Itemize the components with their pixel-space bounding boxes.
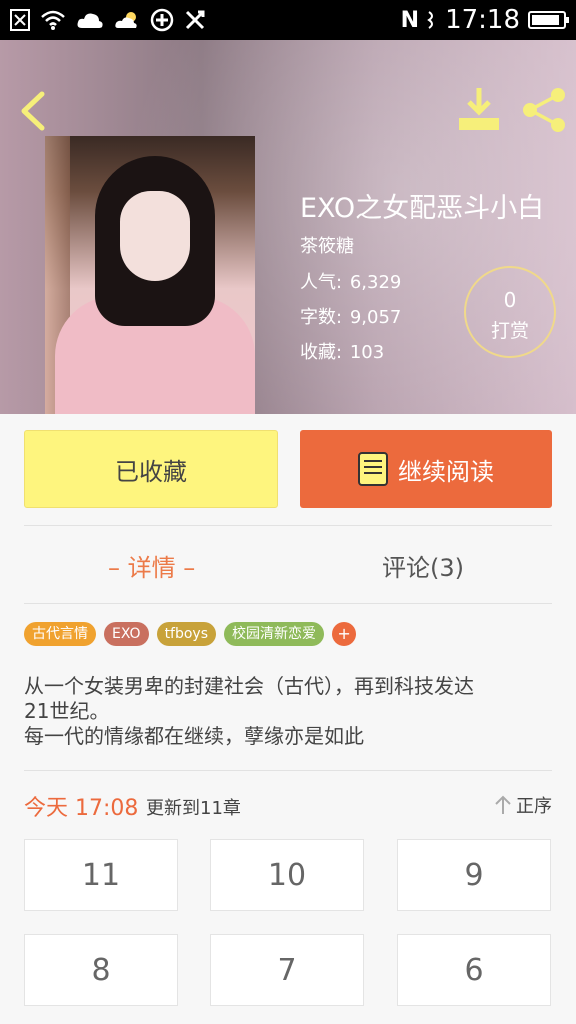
battery-level [532, 15, 559, 25]
tag-ancient-romance[interactable]: 古代言情 [24, 622, 96, 646]
cover-figure-face [120, 191, 190, 281]
book-author[interactable]: 茶筱糖 [300, 232, 354, 258]
tab-detail[interactable]: – 详情 – [108, 548, 195, 583]
continue-reading-label: 继续阅读 [398, 457, 494, 486]
chapter-button[interactable]: 9 [397, 839, 551, 911]
divider [24, 603, 552, 604]
tag-list: 古代言情 EXO tfboys 校园清新恋爱 + [24, 622, 357, 646]
gamepad-icon [150, 8, 174, 32]
stat-value: 9,057 [349, 307, 402, 328]
update-info: 今天 17:08 更新到11章 正序 [24, 790, 552, 821]
stat-favorites: 收藏: 103 [300, 338, 384, 364]
tab-comments[interactable]: 评论(3) [382, 548, 464, 583]
wifi-icon [41, 10, 65, 30]
tip-label: 打赏 [490, 320, 529, 342]
tag-exo[interactable]: EXO [104, 622, 149, 646]
chapter-button[interactable]: 11 [24, 839, 178, 911]
stat-label: 人气: [300, 272, 343, 293]
tag-campus-romance[interactable]: 校园清新恋爱 [224, 622, 325, 646]
arrow-up-icon [495, 795, 511, 814]
book-icon [358, 452, 388, 486]
update-text: 更新到11章 [146, 798, 241, 819]
nfc-indicator: N [400, 7, 420, 33]
status-time: 17:18 [445, 5, 520, 35]
sort-order-button[interactable]: 正序 [494, 792, 552, 818]
share-icon[interactable] [520, 86, 568, 134]
tools-icon [185, 10, 205, 30]
stat-label: 字数: [300, 307, 343, 328]
book-description: 从一个女装男卑的封建社会（古代），再到科技发达 21世纪。 每一代的情缘都在继续… [24, 674, 554, 749]
stat-value: 103 [349, 342, 385, 363]
weather-cloud-sun-icon [115, 12, 137, 28]
vibrate-icon [427, 11, 434, 29]
favorite-label: 已收藏 [115, 457, 187, 486]
tip-count: 0 [503, 288, 517, 312]
stat-label: 收藏: [300, 342, 343, 363]
status-bar: N 17:18 [0, 0, 576, 40]
book-title: EXO之女配恶斗小白 [300, 193, 545, 224]
continue-reading-button[interactable]: 继续阅读 [300, 430, 552, 508]
description-line: 每一代的情缘都在继续，孽缘亦是如此 [24, 724, 364, 748]
book-header: EXO之女配恶斗小白 茶筱糖 人气: 6,329 字数: 9,057 收藏: 1… [0, 40, 576, 414]
close-notification-icon [10, 9, 30, 31]
tip-button[interactable]: 0 打赏 [464, 266, 556, 358]
sort-order-label: 正序 [516, 796, 552, 817]
divider [24, 770, 552, 771]
stat-popularity: 人气: 6,329 [300, 268, 401, 294]
divider [24, 525, 552, 526]
favorite-button[interactable]: 已收藏 [24, 430, 278, 508]
chapter-button[interactable]: 7 [210, 934, 364, 1006]
description-line: 从一个女装男卑的封建社会（古代），再到科技发达 [24, 674, 474, 698]
back-arrow-icon[interactable] [14, 88, 54, 134]
stat-word-count: 字数: 9,057 [300, 303, 401, 329]
book-cover-image[interactable] [45, 136, 255, 414]
tag-tfboys[interactable]: tfboys [156, 622, 217, 646]
battery-icon [528, 11, 569, 29]
status-icons-left [10, 8, 206, 32]
chapter-button[interactable]: 10 [210, 839, 364, 911]
download-icon[interactable] [455, 86, 503, 132]
description-line: 21世纪。 [24, 699, 110, 723]
update-time: 今天 17:08 [24, 796, 139, 821]
add-tag-button[interactable]: + [332, 622, 357, 646]
cloud-icon [77, 13, 103, 28]
stat-value: 6,329 [349, 272, 402, 293]
status-icons-right: N 17:18 [400, 5, 569, 35]
chapter-button[interactable]: 8 [24, 934, 178, 1006]
chapter-button[interactable]: 6 [397, 934, 551, 1006]
